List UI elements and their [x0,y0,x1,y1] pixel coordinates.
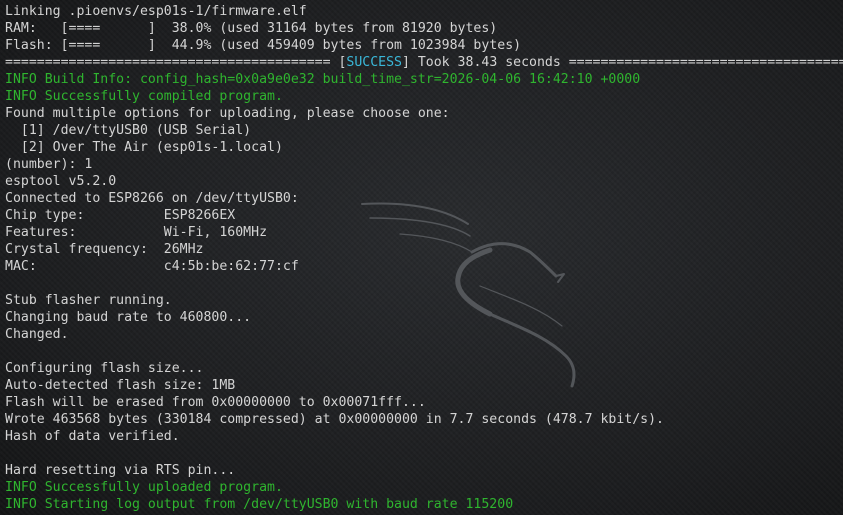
output-line: Flash will be erased from 0x00000000 to … [5,395,426,410]
output-line: [1] /dev/ttyUSB0 (USB Serial) [5,123,252,138]
output-line: Chip type: ESP8266EX [5,208,236,223]
output-line: Auto-detected flash size: 1MB [5,378,236,393]
info-line: INFO Successfully compiled program. [5,89,283,104]
success-rule-right: ] Took 38.43 seconds ===================… [401,55,843,70]
output-line: Changed. [5,327,69,342]
info-line: INFO Successfully uploaded program. [5,480,283,495]
output-line: Found multiple options for uploading, pl… [5,106,450,121]
output-line: Hash of data verified. [5,429,180,444]
output-line: esptool v5.2.0 [5,174,117,189]
output-line: Crystal frequency: 26MHz [5,242,204,257]
output-line: Stub flasher running. [5,293,172,308]
output-line: MAC: c4:5b:be:62:77:cf [5,259,299,274]
output-line: [2] Over The Air (esp01s-1.local) [5,140,283,155]
output-line: Changing baud rate to 460800... [5,310,252,325]
info-line: INFO Build Info: config_hash=0x0a9e0e32 … [5,72,641,87]
info-line: INFO Starting log output from /dev/ttyUS… [5,497,514,512]
output-line: Configuring flash size... [5,361,204,376]
output-line: Wrote 463568 bytes (330184 compressed) a… [5,412,664,427]
output-line: RAM: [==== ] 38.0% (used 31164 bytes fro… [5,21,498,36]
success-status: SUCCESS [346,55,402,70]
terminal-output: Linking .pioenvs/esp01s-1/firmware.elf RA… [5,3,843,513]
success-line: ========================================… [5,54,843,71]
output-line: Hard resetting via RTS pin... [5,463,236,478]
terminal-window[interactable]: Linking .pioenvs/esp01s-1/firmware.elf RA… [0,0,843,515]
output-line: Connected to ESP8266 on /dev/ttyUSB0: [5,191,299,206]
output-line: Flash: [==== ] 44.9% (used 459409 bytes … [5,38,522,53]
success-rule-left: ========================================… [5,55,347,70]
output-line: (number): 1 [5,157,93,172]
output-line: Features: Wi-Fi, 160MHz [5,225,268,240]
output-line: Linking .pioenvs/esp01s-1/firmware.elf [5,4,307,19]
